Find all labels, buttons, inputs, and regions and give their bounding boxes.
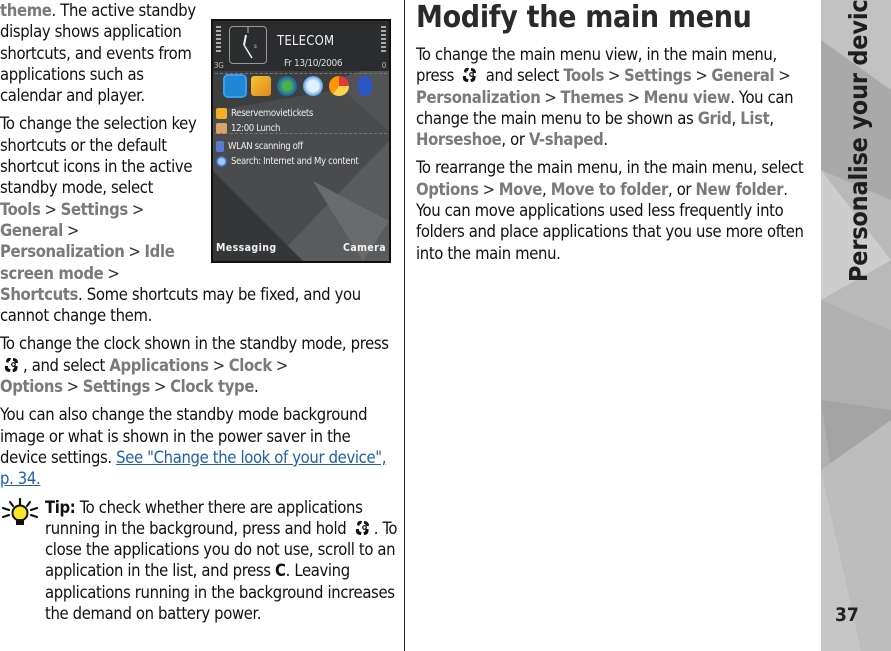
menu-path-item: General [711,66,775,86]
bluetooth-icon[interactable] [358,76,372,96]
menu-option: New folder [695,179,784,199]
menu-key-icon [355,520,369,535]
messaging-icon[interactable] [251,76,271,96]
menu-view-paragraph: To change the main menu view, in the mai… [416,45,794,150]
standby-date: Fr 13/10/2006 [284,58,343,69]
chapter-title: Personalise your device [844,0,873,282]
menu-path-item: Themes [560,87,624,107]
lightbulb-tip-icon [1,497,39,525]
menu-key-icon [463,68,477,83]
clock-icon[interactable] [303,76,323,96]
menu-option: V-shaped [528,130,604,150]
menu-path-item: Settings [60,199,129,219]
battery-icon [381,26,386,54]
menu-option: List [740,108,770,128]
event-row[interactable]: Search: Internet and My content [216,151,359,172]
menu-path-item: Settings [624,66,692,86]
divider [215,133,387,134]
menu-path-item: Menu view [643,87,731,107]
search-icon [216,156,227,168]
section-heading: Modify the main menu [416,0,752,35]
menu-option: Move to folder [550,179,669,199]
menu-path-item: Clock type [170,377,255,397]
menu-option: Horseshoe [416,130,502,150]
analog-clock-icon: s [229,26,267,64]
menu-path-item: Options [0,377,63,397]
menu-path-item: theme [0,1,52,20]
clock-paragraph: To change the clock shown in the standby… [0,334,389,397]
phone-screen: 3G 0 s TELECOM Fr 13/10/2006 Reservemovi… [211,19,391,263]
tip-paragraph: Tip: To check whether there are applicat… [0,497,398,625]
signal-strength-icon [216,26,221,54]
left-column: 3G 0 s TELECOM Fr 13/10/2006 Reservemovi… [0,0,398,631]
standby-screenshot: 3G 0 s TELECOM Fr 13/10/2006 Reservemovi… [211,19,393,264]
menu-path-item: Settings [82,377,151,397]
menu-path-item: Tools [0,199,41,219]
menu-path-item: Personalization [0,242,125,262]
right-column: Modify the main menu To change the main … [416,0,816,271]
softkey-left[interactable]: Messaging [216,238,277,259]
rearrange-paragraph: To rearrange the main menu, in the main … [416,158,804,263]
menu-path-item: Tools [563,66,604,86]
divider [215,73,387,74]
menu-path-item: Personalization [416,87,541,107]
menu-path-item: Applications [109,355,209,375]
contacts-icon[interactable] [223,74,247,98]
menu-option: Grid [697,108,732,128]
svg-text:s: s [254,43,257,50]
column-divider [404,0,405,651]
tip-label: Tip: [45,497,76,517]
clear-key: C [275,561,286,581]
menu-path-item: Clock [228,355,272,375]
softkey-right[interactable]: Camera [343,238,386,259]
web-icon[interactable] [277,76,297,96]
menu-key-icon [4,357,18,372]
menu-path-item: Shortcuts [0,284,79,304]
menu-path-item: Options [416,179,479,199]
operator-name: TELECOM [277,34,335,49]
menu-path-item: Move [498,179,543,199]
background-paragraph: You can also change the standby mode bac… [0,405,387,489]
shortcut-bar [223,74,372,98]
chapter-sidebar: Personalise your device [821,0,891,651]
media-icon[interactable] [329,76,349,96]
menu-path-item: General [0,220,63,240]
page-number: 37 [835,604,859,626]
